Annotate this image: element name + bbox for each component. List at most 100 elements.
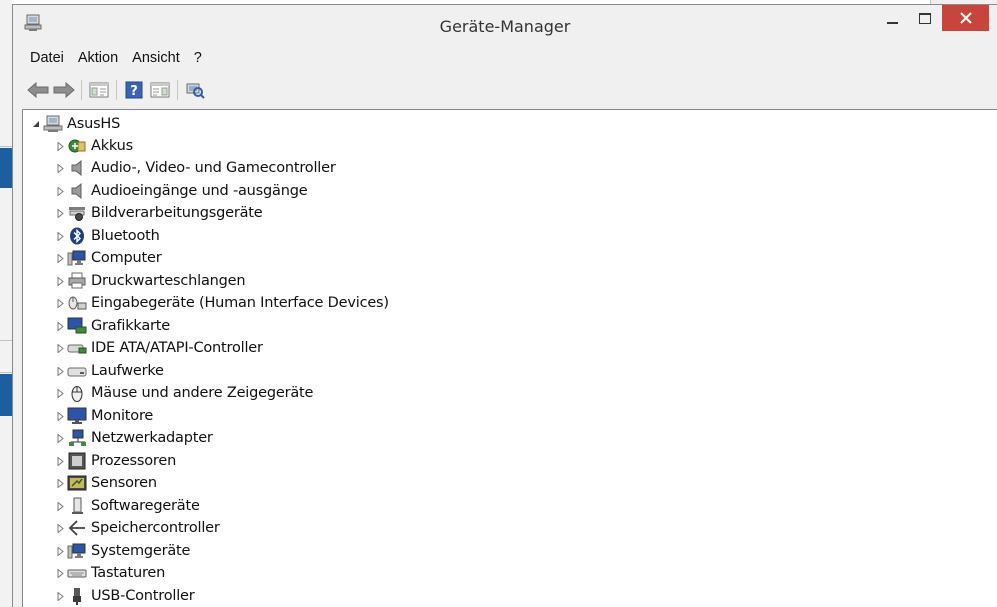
close-button[interactable]: [942, 5, 989, 31]
network-adapter-icon: [67, 429, 87, 447]
forward-button[interactable]: [51, 77, 77, 103]
close-icon: [959, 12, 972, 24]
tree-item-audio-video-gamecontroller[interactable]: Audio-, Video- und Gamecontroller: [53, 157, 336, 179]
toolbar: ?: [13, 73, 997, 107]
show-hide-console-tree-icon: [89, 82, 109, 98]
printer-icon: [67, 272, 87, 290]
tree-item-label: Audio-, Video- und Gamecontroller: [91, 160, 336, 176]
expand-icon[interactable]: [53, 495, 67, 517]
back-button[interactable]: [25, 77, 51, 103]
toolbar-separator: [81, 80, 82, 100]
expand-icon[interactable]: [53, 405, 67, 427]
expand-icon[interactable]: [53, 337, 67, 359]
tree-item-usb-controller[interactable]: USB-Controller: [53, 585, 195, 607]
tree-item-eingabegeraete[interactable]: Eingabegeräte (Human Interface Devices): [53, 292, 389, 314]
tree-item-label: Softwaregeräte: [91, 498, 200, 514]
expand-icon[interactable]: [53, 450, 67, 472]
tree-item-netzwerkadapter[interactable]: Netzwerkadapter: [53, 427, 213, 449]
tree-item-akkus[interactable]: Akkus: [53, 135, 133, 157]
tree-item-audioeingaenge[interactable]: Audioeingänge und -ausgänge: [53, 180, 308, 202]
expand-icon[interactable]: [53, 135, 67, 157]
show-hide-console-tree-button[interactable]: [86, 77, 112, 103]
expand-icon[interactable]: [53, 382, 67, 404]
collapse-icon[interactable]: [29, 113, 43, 135]
menu-action[interactable]: Aktion: [71, 50, 125, 66]
expand-icon[interactable]: [53, 315, 67, 337]
device-tree[interactable]: AsusHS Akkus Audio-, Video- und Gamecont…: [22, 109, 997, 607]
tree-item-laufwerke[interactable]: Laufwerke: [53, 360, 164, 382]
tree-item-label: Bluetooth: [91, 228, 160, 244]
tree-item-grafikkarte[interactable]: Grafikkarte: [53, 315, 170, 337]
tree-item-label: Bildverarbeitungsgeräte: [91, 205, 263, 221]
minimize-button[interactable]: [875, 5, 909, 31]
ide-controller-icon: [67, 339, 87, 357]
tree-item-label: Druckwarteschlangen: [91, 273, 246, 289]
tree-item-computer[interactable]: Computer: [53, 247, 162, 269]
keyboard-icon: [67, 564, 87, 582]
menu-help[interactable]: ?: [187, 50, 209, 66]
tree-item-ide-ata-atapi-controller[interactable]: IDE ATA/ATAPI-Controller: [53, 337, 263, 359]
tree-item-label: Computer: [91, 250, 162, 266]
scan-hardware-button[interactable]: [182, 77, 208, 103]
title-bar[interactable]: Geräte-Manager: [13, 5, 997, 45]
tree-item-bluetooth[interactable]: Bluetooth: [53, 225, 160, 247]
speaker-icon: [67, 159, 87, 177]
tree-item-monitore[interactable]: Monitore: [53, 405, 153, 427]
expand-icon[interactable]: [53, 585, 67, 607]
tree-item-sensoren[interactable]: Sensoren: [53, 472, 157, 494]
menu-view[interactable]: Ansicht: [125, 50, 187, 66]
tree-item-maeuse[interactable]: Mäuse und andere Zeigegeräte: [53, 382, 313, 404]
expand-icon[interactable]: [53, 180, 67, 202]
expand-icon[interactable]: [53, 517, 67, 539]
toolbar-separator: [116, 80, 117, 100]
expand-icon[interactable]: [53, 202, 67, 224]
tree-item-softwaregeraete[interactable]: Softwaregeräte: [53, 495, 200, 517]
tree-item-label: Laufwerke: [91, 363, 164, 379]
tree-item-speichercontroller[interactable]: Speichercontroller: [53, 517, 220, 539]
disk-drive-icon: [67, 362, 87, 380]
tree-item-label: Audioeingänge und -ausgänge: [91, 183, 308, 199]
expand-icon[interactable]: [53, 225, 67, 247]
mouse-icon: [67, 384, 87, 402]
tree-item-label: Sensoren: [91, 475, 157, 491]
expand-icon[interactable]: [53, 247, 67, 269]
tree-item-systemgeraete[interactable]: Systemgeräte: [53, 540, 190, 562]
expand-icon[interactable]: [53, 360, 67, 382]
sensor-icon: [67, 474, 87, 492]
menu-file[interactable]: Datei: [23, 50, 71, 66]
expand-icon[interactable]: [53, 270, 67, 292]
window-title: Geräte-Manager: [439, 17, 571, 36]
maximize-button[interactable]: [909, 5, 941, 31]
hid-icon: [67, 294, 87, 312]
toolbar-separator: [177, 80, 178, 100]
tree-item-druckwarteschlangen[interactable]: Druckwarteschlangen: [53, 270, 246, 292]
menu-bar: Datei Aktion Ansicht ?: [13, 46, 997, 70]
bluetooth-icon: [67, 227, 87, 245]
minimize-icon: [886, 22, 898, 24]
expand-icon[interactable]: [53, 540, 67, 562]
tree-item-label: USB-Controller: [91, 588, 195, 604]
expand-icon[interactable]: [53, 472, 67, 494]
tree-root-node[interactable]: AsusHS: [29, 113, 120, 135]
tree-item-tastaturen[interactable]: Tastaturen: [53, 562, 165, 584]
tree-item-label: Grafikkarte: [91, 318, 171, 334]
tree-item-label: Tastaturen: [91, 565, 166, 581]
action-pane-icon: [150, 82, 170, 98]
back-icon: [27, 82, 49, 98]
expand-icon[interactable]: [53, 562, 67, 584]
expand-icon[interactable]: [53, 427, 67, 449]
expand-icon[interactable]: [53, 292, 67, 314]
tree-item-label: Systemgeräte: [91, 543, 191, 559]
tree-item-prozessoren[interactable]: Prozessoren: [53, 450, 176, 472]
tree-item-label: Eingabegeräte (Human Interface Devices): [91, 295, 389, 311]
expand-icon[interactable]: [53, 157, 67, 179]
tree-item-label: Mäuse und andere Zeigegeräte: [91, 385, 314, 401]
tree-item-label: IDE ATA/ATAPI-Controller: [91, 340, 263, 356]
tree-item-bildverarbeitungsgeraete[interactable]: Bildverarbeitungsgeräte: [53, 202, 263, 224]
tree-item-label: Prozessoren: [91, 453, 177, 469]
computer-root-icon: [43, 115, 63, 133]
computer-icon: [67, 249, 87, 267]
usb-icon: [67, 587, 87, 605]
action-pane-button[interactable]: [147, 77, 173, 103]
help-button[interactable]: ?: [121, 77, 147, 103]
